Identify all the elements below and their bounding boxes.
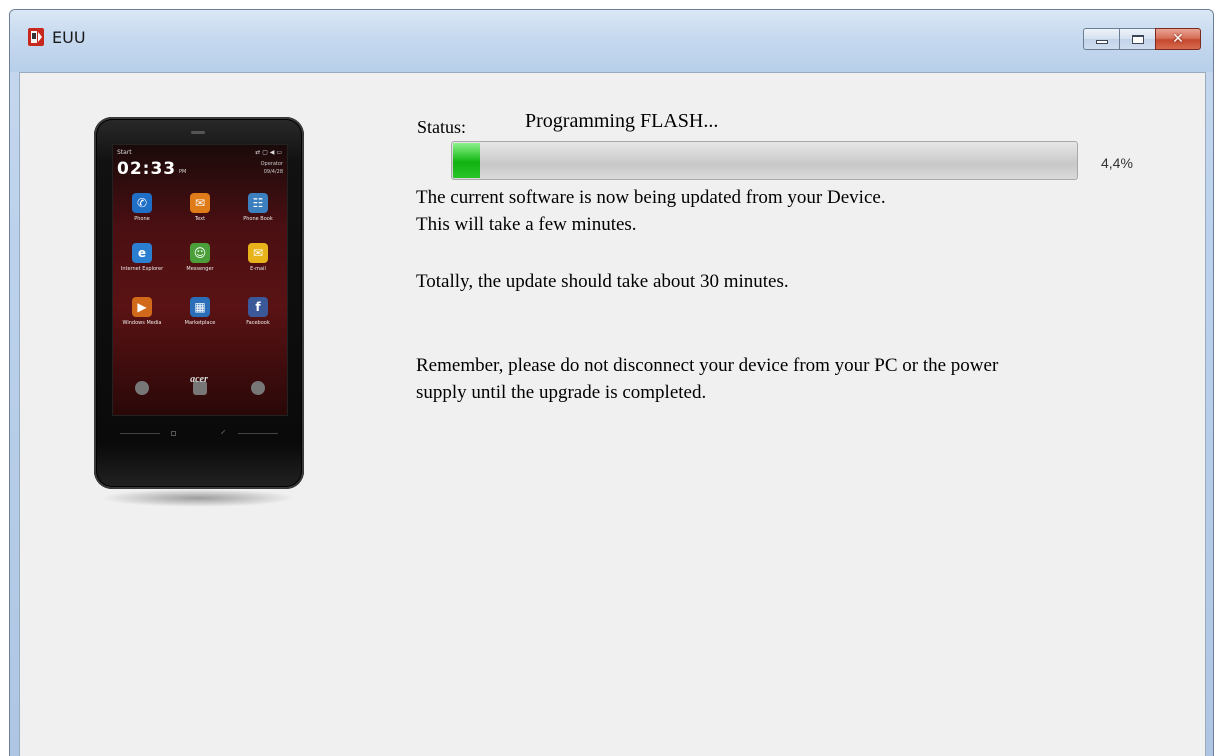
phone-hardware-keys [120, 429, 278, 438]
facebook-icon: f [248, 297, 268, 317]
message-line-5: supply until the upgrade is completed. [416, 382, 707, 403]
app-icon [28, 28, 44, 46]
phone-tile-label: Messenger [186, 266, 214, 272]
close-icon: ✕ [1172, 31, 1184, 47]
message-line-4: Remember, please do not disconnect your … [416, 355, 999, 376]
caption-buttons: ✕ [1083, 28, 1201, 50]
status-value: Programming FLASH... [525, 110, 719, 132]
phone-shadow [100, 489, 296, 507]
phone-brand-logo: acer [190, 374, 208, 385]
phone-body: Start ⇄ ▢ ◀ ▭ 02:33 PM Operator 09/4/28 … [94, 117, 304, 489]
phone-tile: ☺ Messenger [175, 243, 225, 272]
phone-tile: ☷ Phone Book [233, 193, 283, 222]
phone-tile-label: Facebook [246, 320, 270, 326]
minimize-button[interactable] [1083, 28, 1119, 50]
phone-icon: ✆ [132, 193, 152, 213]
phone-tile-label: Internet Explorer [120, 266, 164, 272]
progress-percent: 4,4% [1101, 155, 1133, 171]
phone-tile: ✆ Phone [117, 193, 167, 222]
maximize-button[interactable] [1119, 28, 1155, 50]
phone-speaker [191, 131, 205, 134]
title-bar[interactable]: EUU ✕ [10, 10, 1213, 72]
phone-clock: 02:33 [117, 159, 177, 179]
phone-operator-block: Operator 09/4/28 [261, 160, 283, 176]
message-line-2: This will take a few minutes. [416, 214, 637, 235]
maximize-icon [1131, 34, 1144, 44]
window-title: EUU [52, 28, 86, 47]
phone-tile-label: Phone [134, 216, 150, 222]
phone-operator: Operator [260, 161, 283, 167]
phone-tile: ▦ Marketplace [175, 297, 225, 326]
phone-tile-label: Windows Media [122, 320, 162, 326]
internet-explorer-icon: e [132, 243, 152, 263]
phone-tile: ✉ E-mail [233, 243, 283, 272]
contacts-icon: ☷ [248, 193, 268, 213]
messenger-icon: ☺ [190, 243, 210, 263]
phone-tile-label: E-mail [250, 266, 266, 272]
phone-tile-label: Text [194, 216, 206, 222]
key-line [238, 433, 278, 434]
message-line-1: The current software is now being update… [416, 187, 886, 208]
phone-tile-label: Marketplace [184, 320, 216, 326]
phone-image: Start ⇄ ▢ ◀ ▭ 02:33 PM Operator 09/4/28 … [94, 117, 304, 507]
phone-tile-label: Phone Book [243, 216, 273, 222]
phone-status-start: Start [117, 149, 132, 156]
phone-tile: f Facebook [233, 297, 283, 326]
back-key-icon [220, 429, 229, 438]
key-line [120, 433, 160, 434]
progress-bar [451, 141, 1078, 180]
text-bubble-icon: ✉ [190, 193, 210, 213]
marketplace-icon: ▦ [190, 297, 210, 317]
progress-fill [453, 143, 480, 178]
phone-status-icons: ⇄ ▢ ◀ ▭ [255, 149, 282, 156]
minimize-icon [1095, 40, 1108, 44]
phone-tile: ✉ Text [175, 193, 225, 222]
message-line-3: Totally, the update should take about 30… [416, 271, 789, 292]
phone-ampm: PM [179, 169, 187, 175]
close-button[interactable]: ✕ [1155, 28, 1201, 50]
status-label: Status: [417, 117, 467, 137]
phone-date: 09/4/28 [263, 169, 283, 175]
phone-tile: e Internet Explorer [117, 243, 167, 272]
phone-tile: ▶ Windows Media [117, 297, 167, 326]
media-icon: ▶ [132, 297, 152, 317]
email-icon: ✉ [248, 243, 268, 263]
home-key-icon [171, 431, 176, 436]
